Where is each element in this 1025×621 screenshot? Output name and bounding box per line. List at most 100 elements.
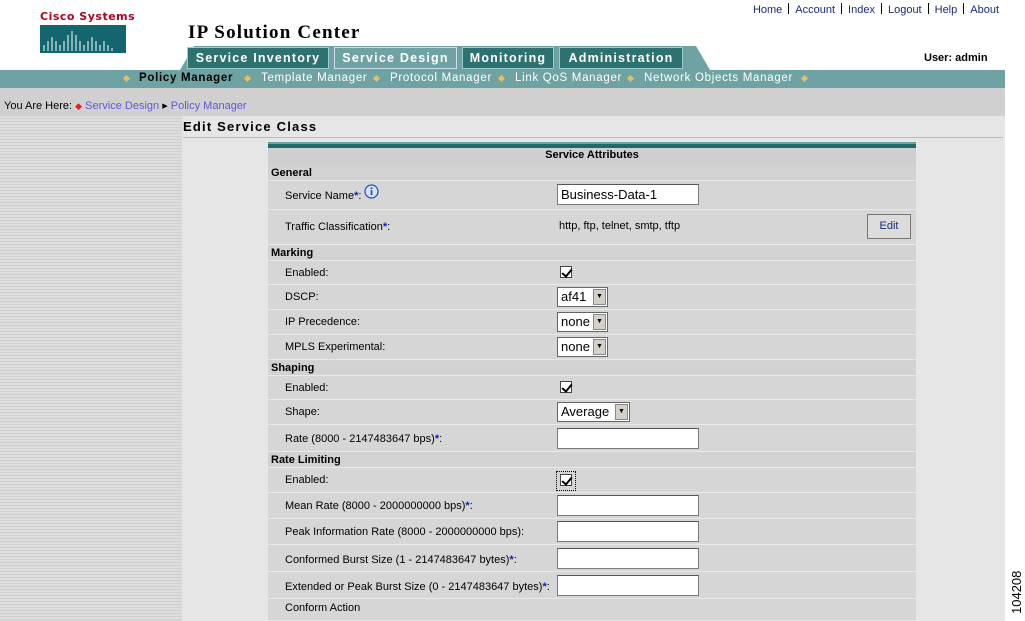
required-marker: * xyxy=(354,190,359,202)
breadcrumb: You Are Here: ◆ Service Design ▸ Policy … xyxy=(4,99,247,112)
section-row-general xyxy=(268,164,916,181)
page-title: Edit Service Class xyxy=(183,119,318,134)
chevron-down-icon: ▼ xyxy=(593,339,606,355)
extended-burst-label-text: Extended or Peak Burst Size (0 - 2147483… xyxy=(285,581,543,593)
service-name-input[interactable] xyxy=(557,184,699,205)
rate-label: Rate (8000 - 2147483647 bps)*: xyxy=(285,433,443,445)
row-conform-action xyxy=(268,599,916,621)
subnav-policy-manager[interactable]: Policy Manager xyxy=(139,72,233,84)
row-rl-enabled xyxy=(268,468,916,493)
marking-enabled-label: Enabled: xyxy=(285,267,329,279)
mean-rate-input[interactable] xyxy=(557,495,699,516)
divider xyxy=(963,3,965,14)
link-home[interactable]: Home xyxy=(753,4,782,16)
marking-enabled-checkbox[interactable] xyxy=(560,266,572,278)
mpls-label: MPLS Experimental: xyxy=(285,341,386,353)
subnav-network-objects-manager[interactable]: Network Objects Manager xyxy=(644,72,793,84)
shaping-enabled-checkbox[interactable] xyxy=(560,381,572,393)
conformed-burst-input[interactable] xyxy=(557,548,699,569)
tab-service-design[interactable]: Service Design xyxy=(334,47,457,69)
user-label: User: admin xyxy=(924,52,988,64)
subnav-link-qos-manager[interactable]: Link QoS Manager xyxy=(515,72,622,84)
link-logout[interactable]: Logout xyxy=(888,4,922,16)
breadcrumb-policy-manager[interactable]: Policy Manager xyxy=(171,100,247,112)
chevron-down-icon: ▼ xyxy=(615,404,628,420)
peak-rate-label: Peak Information Rate (8000 - 2000000000… xyxy=(285,526,525,538)
table-header: Service Attributes xyxy=(268,148,916,164)
chevron-down-icon: ▼ xyxy=(593,314,606,330)
required-marker: * xyxy=(542,581,547,593)
rl-enabled-label: Enabled: xyxy=(285,474,329,486)
subnav-protocol-manager[interactable]: Protocol Manager xyxy=(390,72,492,84)
shape-select-value: Average xyxy=(561,404,610,419)
traffic-classification-label: Traffic Classification*: xyxy=(285,221,391,233)
row-marking-enabled xyxy=(268,261,916,285)
tab-administration[interactable]: Administration xyxy=(559,47,683,69)
section-rate-limiting: Rate Limiting xyxy=(271,454,341,466)
rate-input[interactable] xyxy=(557,428,699,449)
tab-monitoring[interactable]: Monitoring xyxy=(462,47,554,69)
cisco-logo xyxy=(40,25,126,53)
breadcrumb-arrow-icon: ▸ xyxy=(162,100,168,112)
mean-rate-label-text: Mean Rate (8000 - 2000000000 bps) xyxy=(285,500,466,512)
sidebar xyxy=(0,116,182,621)
extended-burst-input[interactable] xyxy=(557,575,699,596)
link-help[interactable]: Help xyxy=(935,4,958,16)
shape-select[interactable]: Average ▼ xyxy=(557,402,630,422)
divider xyxy=(927,3,929,14)
required-marker: * xyxy=(509,554,514,566)
info-icon[interactable] xyxy=(364,184,379,199)
row-shaping-enabled xyxy=(268,376,916,400)
section-row-shaping xyxy=(268,360,916,376)
ip-precedence-label: IP Precedence: xyxy=(285,316,361,328)
section-marking: Marking xyxy=(271,247,314,259)
service-name-label-text: Service Name xyxy=(285,190,355,202)
divider xyxy=(880,3,882,14)
traffic-label-text: Traffic Classification xyxy=(285,221,383,233)
mean-rate-label: Mean Rate (8000 - 2000000000 bps)*: xyxy=(285,500,473,512)
service-name-label: Service Name*: xyxy=(285,190,362,202)
dscp-label: DSCP: xyxy=(285,291,319,303)
breadcrumb-bullet-icon: ◆ xyxy=(75,101,83,111)
shape-label: Shape: xyxy=(285,406,320,418)
figure-id: 104208 xyxy=(1009,570,1024,614)
divider xyxy=(841,3,843,14)
rl-enabled-checkbox[interactable] xyxy=(560,474,572,486)
chevron-down-icon: ▼ xyxy=(593,289,606,305)
page-margin xyxy=(1005,0,1025,621)
section-general: General xyxy=(271,167,312,179)
breadcrumb-service-design[interactable]: Service Design xyxy=(85,100,159,112)
breadcrumb-prefix: You Are Here: xyxy=(4,100,73,112)
section-row-marking xyxy=(268,245,916,261)
subnav-template-manager[interactable]: Template Manager xyxy=(261,72,367,84)
ip-precedence-select-value: none xyxy=(561,314,590,329)
required-marker: * xyxy=(465,500,470,512)
dscp-select-value: af41 xyxy=(561,289,587,304)
shaping-enabled-label: Enabled: xyxy=(285,382,329,394)
divider xyxy=(788,3,790,14)
brand-logo-text: Cisco Systems xyxy=(40,10,136,23)
edit-button[interactable]: Edit xyxy=(867,214,911,239)
extended-burst-label: Extended or Peak Burst Size (0 - 2147483… xyxy=(285,581,550,593)
required-marker: * xyxy=(434,433,440,445)
section-row-rate-limiting xyxy=(268,452,916,468)
link-account[interactable]: Account xyxy=(795,4,835,16)
traffic-classification-value: http, ftp, telnet, smtp, tftp xyxy=(559,220,681,232)
divider xyxy=(183,137,1003,138)
link-index[interactable]: Index xyxy=(848,4,875,16)
peak-rate-input[interactable] xyxy=(557,521,699,542)
tab-service-inventory[interactable]: Service Inventory xyxy=(187,47,329,69)
link-about[interactable]: About xyxy=(970,4,999,16)
conform-action-label: Conform Action xyxy=(285,602,361,614)
required-marker: * xyxy=(382,221,388,233)
conformed-burst-label: Conformed Burst Size (1 - 2147483647 byt… xyxy=(285,554,517,566)
top-links: Home Account Index Logout Help About xyxy=(753,3,999,16)
mpls-select-value: none xyxy=(561,339,590,354)
conformed-burst-label-text: Conformed Burst Size (1 - 2147483647 byt… xyxy=(285,554,510,566)
ip-precedence-select[interactable]: none ▼ xyxy=(557,312,608,332)
app-title: IP Solution Center xyxy=(188,22,361,43)
section-shaping: Shaping xyxy=(271,362,315,374)
dscp-select[interactable]: af41 ▼ xyxy=(557,287,608,307)
rate-label-text: Rate (8000 - 2147483647 bps) xyxy=(285,433,435,445)
mpls-select[interactable]: none ▼ xyxy=(557,337,608,357)
